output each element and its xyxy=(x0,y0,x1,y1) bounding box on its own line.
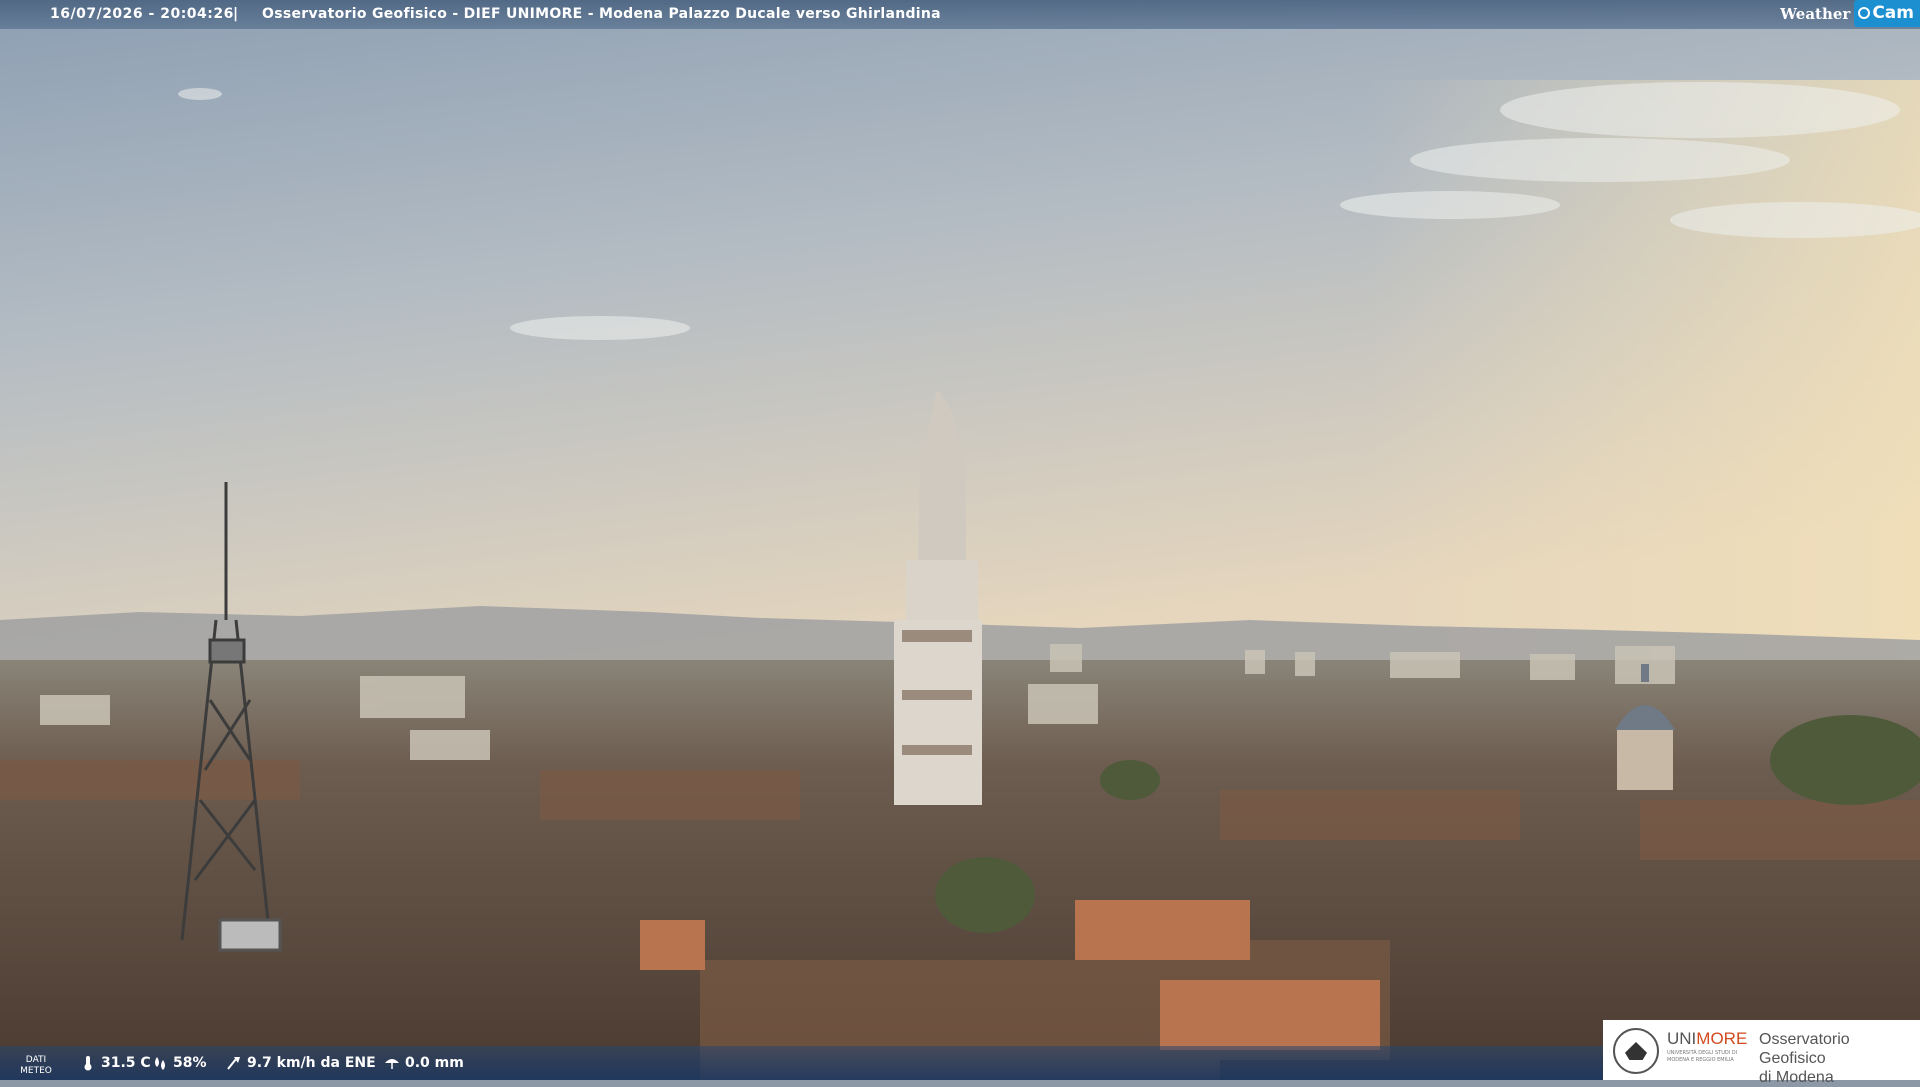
top-info-bar: 16/07/2026 - 20:04:26 | Osservatorio Geo… xyxy=(0,0,1920,29)
webcam-photo xyxy=(0,0,1920,1080)
temperature-reading: 31.5 C xyxy=(80,1055,151,1071)
camera-title: Osservatorio Geofisico - DIEF UNIMORE - … xyxy=(262,6,941,22)
observatory-name: Osservatorio Geofisico di Modena xyxy=(1759,1030,1920,1087)
dati-label-line1: DATI xyxy=(25,1055,47,1065)
unimore-uni: UNI xyxy=(1667,1029,1697,1048)
weathercam-cam-text: Cam xyxy=(1872,3,1914,23)
separator: | xyxy=(233,6,239,22)
wind-vane-icon xyxy=(227,1057,240,1070)
unimore-subtitle: UNIVERSITÀ DEGLI STUDI DI MODENA E REGGI… xyxy=(1667,1050,1738,1063)
dati-meteo-label: DATI METEO xyxy=(18,1055,54,1077)
humidity-reading: 58% xyxy=(152,1055,207,1071)
dati-label-line2: METEO xyxy=(20,1066,52,1076)
weather-data-bar: DATI METEO 31.5 C 58% 9.7 km/h da ENE 0.… xyxy=(0,1046,1603,1080)
rain-umbrella-icon xyxy=(385,1059,399,1069)
wind-value: 9.7 km/h da ENE xyxy=(247,1055,376,1071)
humidity-value: 58% xyxy=(173,1055,207,1071)
wind-reading: 9.7 km/h da ENE xyxy=(226,1055,376,1071)
rain-reading: 0.0 mm xyxy=(384,1055,464,1071)
observatory-line1: Osservatorio Geofisico xyxy=(1759,1031,1850,1067)
weathercam-logo: Weather Cam xyxy=(1780,0,1920,27)
weathercam-cam-badge: Cam xyxy=(1854,0,1920,27)
humidity-drops-icon xyxy=(155,1057,165,1070)
rain-value: 0.0 mm xyxy=(405,1055,464,1071)
camera-lens-icon xyxy=(1858,7,1871,19)
unimore-wordmark: UNIMORE xyxy=(1667,1029,1747,1049)
timestamp: 16/07/2026 - 20:04:26 xyxy=(50,6,234,22)
unimore-more: MORE xyxy=(1696,1029,1748,1048)
thermometer-icon xyxy=(84,1056,92,1071)
temperature-value: 31.5 C xyxy=(101,1055,151,1071)
unimore-observatory-logo: UNIMORE UNIVERSITÀ DEGLI STUDI DI MODENA… xyxy=(1603,1020,1920,1086)
university-seal-icon xyxy=(1613,1028,1659,1074)
observatory-line2: di Modena xyxy=(1759,1069,1834,1086)
weathercam-weather-text: Weather xyxy=(1780,4,1851,23)
